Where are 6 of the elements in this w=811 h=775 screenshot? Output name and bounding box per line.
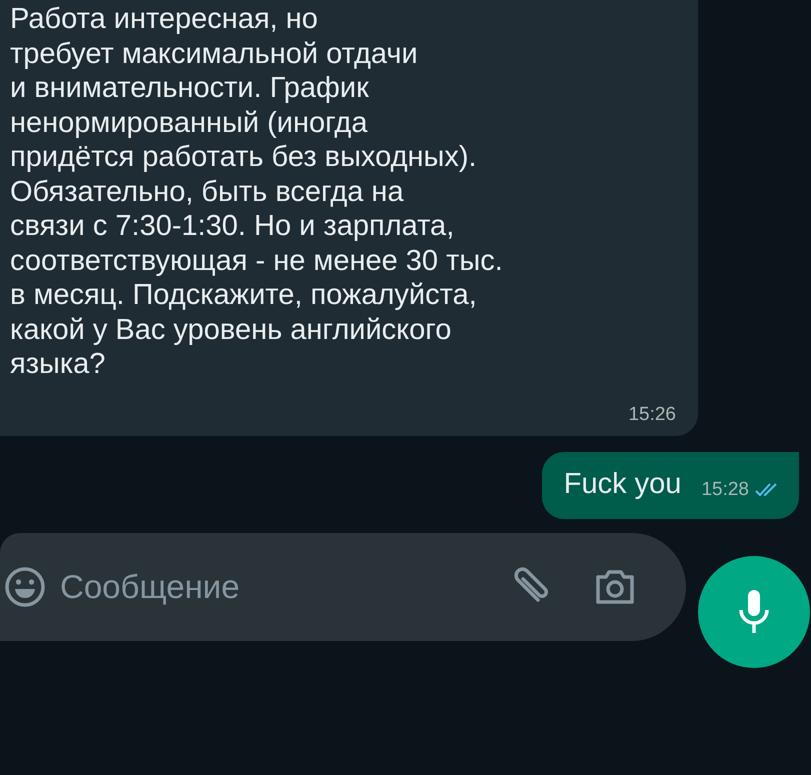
message-text: Работа интересная, но требует максимальной отдачи и внимательности. График ненормированный (иногда придётся работать без выходных). Обязательно, быть всегда на связи с 7:30-1:30. Но и зарплата, соответствующая - не менее 30 тыс. в месяц. Подскажите, пожалуйста, какой у Вас уровень английского языка? [10,2,504,382]
message-input[interactable]: Сообщение [46,566,508,606]
message-time: 15:28 [701,478,749,500]
emoji-icon[interactable] [4,566,46,608]
message-time: 15:26 [628,404,676,426]
message-text: Fuck you [564,468,682,500]
